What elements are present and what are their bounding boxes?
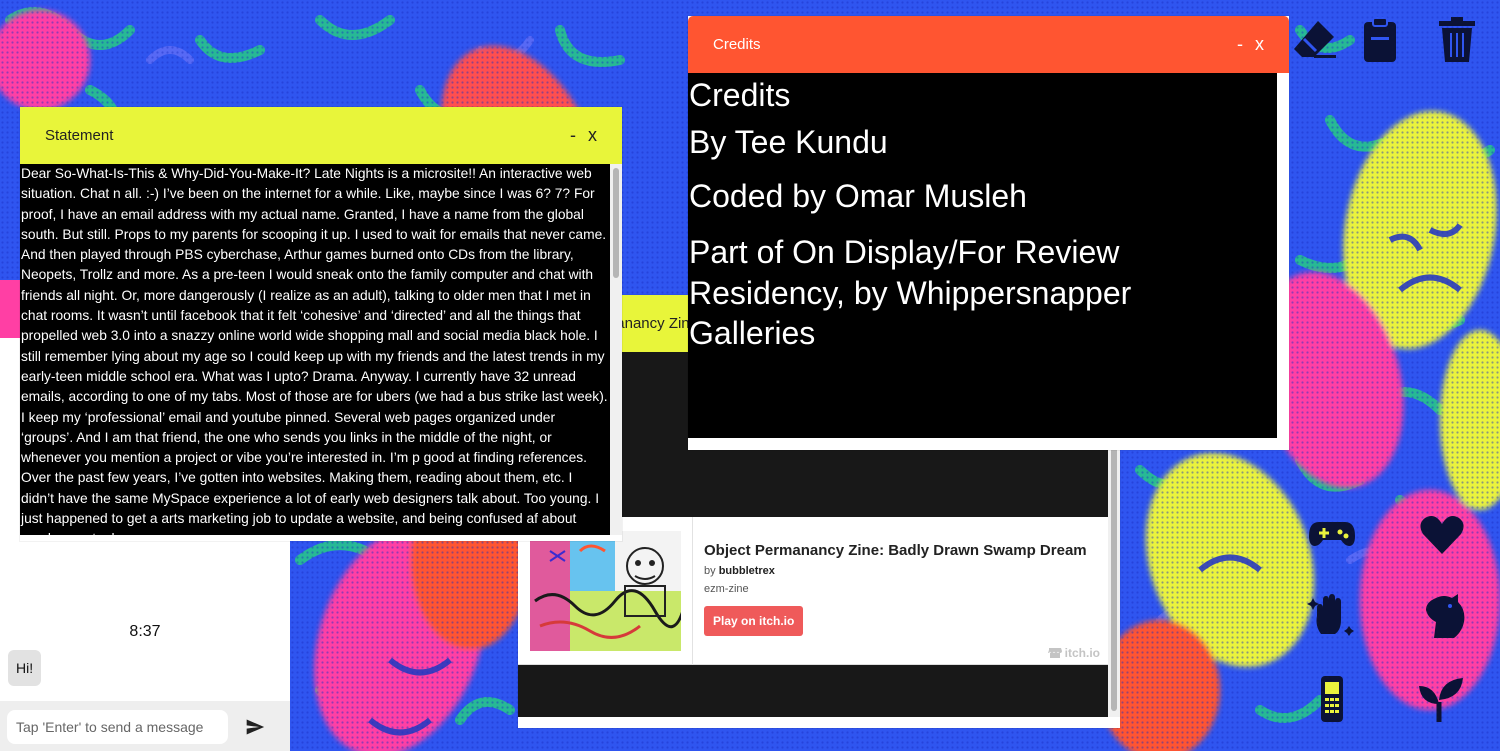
game-author-link[interactable]: bubbletrex — [719, 565, 775, 577]
send-button[interactable] — [240, 713, 270, 741]
itch-logo[interactable]: itch.io — [1047, 646, 1100, 660]
credits-window-controls: - x — [1237, 34, 1264, 55]
credits-window-title: Credits — [713, 36, 761, 53]
chat-timestamp: 8:37 — [129, 623, 161, 640]
chat-message-input[interactable] — [7, 710, 228, 744]
itch-logo-text: itch.io — [1064, 646, 1100, 660]
zine-cover-image — [530, 531, 681, 651]
clipboard-icon[interactable] — [1355, 15, 1405, 65]
credits-window: Credits - x Credits By Tee Kundu Coded b… — [688, 16, 1289, 450]
statement-text: Dear So-What-Is-This & Why-Did-You-Make-… — [20, 164, 610, 535]
close-button[interactable]: x — [588, 125, 597, 146]
credits-author: By Tee Kundu — [689, 124, 888, 160]
statement-titlebar[interactable]: Statement - x — [20, 107, 622, 164]
credits-residency: Part of On Display/For Review Residency,… — [689, 234, 1132, 351]
play-on-itch-button[interactable]: Play on itch.io — [704, 606, 804, 636]
horse-icon[interactable] — [1420, 592, 1470, 642]
itch-store-icon — [1047, 648, 1062, 658]
phone-icon[interactable] — [1307, 674, 1357, 724]
game-card-tag: ezm-zine — [704, 583, 749, 595]
sprout-icon[interactable] — [1417, 674, 1467, 724]
credits-coder: Coded by Omar Musleh — [689, 178, 1027, 214]
byline-prefix: by — [704, 565, 716, 577]
game-card-title[interactable]: Object Permanancy Zine: Badly Drawn Swam… — [704, 542, 1087, 559]
send-icon — [246, 719, 265, 735]
minimize-button[interactable]: - — [570, 125, 576, 146]
credits-heading: Credits — [689, 77, 791, 113]
chat-message-bubble: Hi! — [8, 650, 42, 686]
statement-scrollbar[interactable] — [610, 164, 622, 535]
eraser-icon[interactable] — [1290, 15, 1340, 65]
game-card-byline: by bubbletrex — [704, 565, 775, 577]
close-button[interactable]: x — [1255, 34, 1264, 55]
statement-window: Statement - x Dear So-What-Is-This & Why… — [20, 107, 622, 541]
statement-window-controls: - x — [570, 125, 597, 146]
statement-window-title: Statement — [45, 127, 114, 144]
credits-titlebar[interactable]: Credits - x — [688, 16, 1289, 73]
chat-tab[interactable] — [0, 280, 20, 338]
minimize-button[interactable]: - — [1237, 34, 1243, 55]
credits-content: Credits By Tee Kundu Coded by Omar Musle… — [688, 73, 1277, 438]
chat-input-bar — [0, 701, 290, 751]
gamepad-icon[interactable] — [1307, 508, 1357, 558]
trash-icon[interactable] — [1432, 15, 1482, 65]
sparkle-hand-icon[interactable] — [1307, 590, 1357, 640]
heart-icon[interactable] — [1417, 510, 1467, 560]
